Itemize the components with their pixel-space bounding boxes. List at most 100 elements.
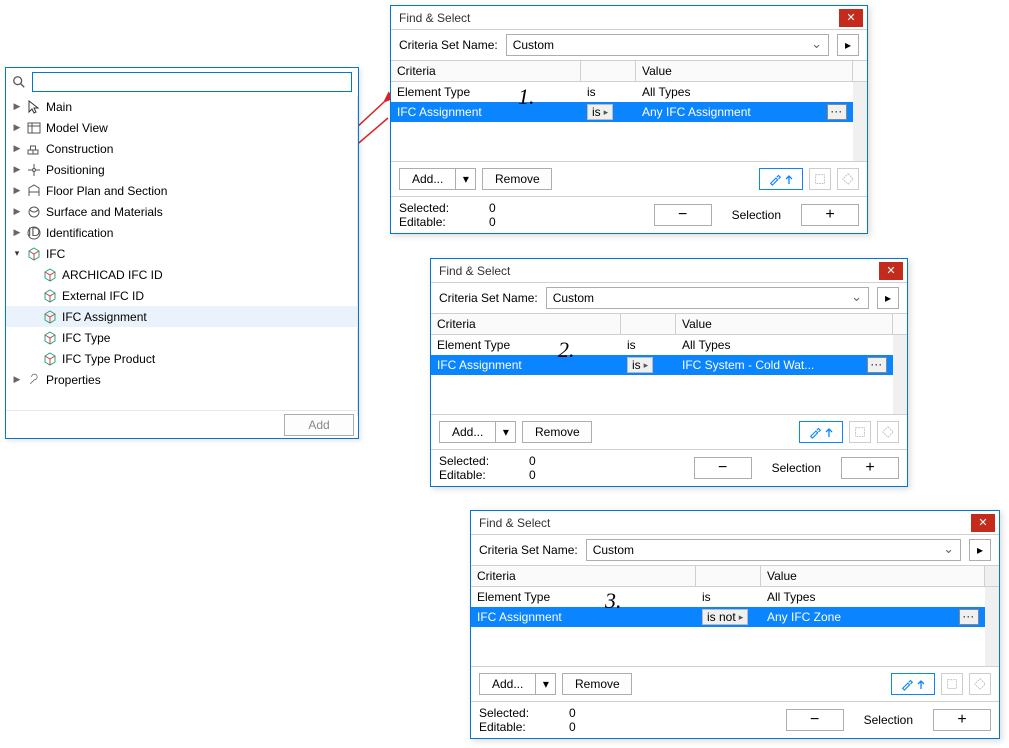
add-criteria-button[interactable]: Add... ▾ [439,421,516,443]
tree-item-main[interactable]: ▶ Main [6,96,357,117]
value-browse-button[interactable]: ··· [827,104,847,120]
search-icon [12,75,26,89]
eyedropper-icon [768,172,782,186]
chevron-right-icon[interactable]: ▶ [12,186,22,196]
close-button[interactable]: ✕ [839,9,863,27]
chevron-right-icon[interactable]: ▶ [12,123,22,133]
add-criteria-button[interactable]: Add... ▾ [479,673,556,695]
remove-from-selection-button[interactable]: − [694,457,752,479]
criteria-set-menu-button[interactable]: ▸ [877,287,899,309]
criteria-row-ifc-assignment[interactable]: IFC Assignment is Any IFC Assignment··· [391,102,867,122]
construction-icon [26,141,42,157]
tree-item-model-view[interactable]: ▶ Model View [6,117,357,138]
ifc-icon [42,267,58,283]
add-to-selection-button[interactable]: + [933,709,991,731]
remove-from-selection-button[interactable]: − [786,709,844,731]
add-to-selection-button[interactable]: + [841,457,899,479]
criteria-row-ifc-assignment[interactable]: IFC Assignment is not Any IFC Zone··· [471,607,999,627]
chevron-right-icon[interactable]: ▶ [12,144,22,154]
tree-item-ifc[interactable]: ▾ IFC [6,243,357,264]
search-input[interactable] [32,72,352,92]
criteria-set-dropdown[interactable]: Custom [506,34,829,56]
add-criteria-dropdown[interactable]: ▾ [456,168,476,190]
marquee-rotated-button[interactable] [877,421,899,443]
value-browse-button[interactable]: ··· [867,357,887,373]
selected-value: 0 [489,201,496,215]
col-criteria: Criteria [391,61,581,81]
tree-item-archicad-ifc-id[interactable]: ARCHICAD IFC ID [6,264,357,285]
marquee-icon [853,425,867,439]
criteria-row-element-type[interactable]: Element Type is All Types [471,587,999,607]
eyedropper-icon [900,677,914,691]
criteria-label: Element Type [437,338,510,352]
tree-item-floorplan[interactable]: ▶ Floor Plan and Section [6,180,357,201]
tree-item-properties[interactable]: ▶ Properties [6,369,357,390]
tree-item-construction[interactable]: ▶ Construction [6,138,357,159]
chevron-right-icon[interactable]: ▶ [12,165,22,175]
positioning-icon [26,162,42,178]
chevron-right-icon[interactable]: ▶ [12,102,22,112]
tree-item-external-ifc-id[interactable]: External IFC ID [6,285,357,306]
surface-icon [26,204,42,220]
tree-label: Surface and Materials [46,205,163,219]
add-criteria-button[interactable]: Add... ▾ [399,168,476,190]
chevron-right-icon[interactable]: ▶ [12,375,22,385]
remove-criteria-button[interactable]: Remove [522,421,592,443]
dialog-title: Find & Select [475,516,971,530]
criteria-row-element-type[interactable]: Element Type is All Types [391,82,867,102]
close-button[interactable]: ✕ [971,514,995,532]
chevron-right-icon[interactable]: ▶ [12,207,22,217]
tree-item-surface[interactable]: ▶ Surface and Materials [6,201,357,222]
tree-scroll[interactable]: ▶ Main ▶ Model View ▶ Construction ▶ Pos… [6,96,358,416]
remove-criteria-button[interactable]: Remove [562,673,632,695]
criteria-set-dropdown[interactable]: Custom [546,287,869,309]
criteria-set-menu-button[interactable]: ▸ [837,34,859,56]
operator-dropdown[interactable]: is [587,104,613,120]
marquee-icon [813,172,827,186]
ifc-icon [42,330,58,346]
tree-item-ifc-type-product[interactable]: IFC Type Product [6,348,357,369]
criteria-row-ifc-assignment[interactable]: IFC Assignment is IFC System - Cold Wat.… [431,355,907,375]
criteria-set-menu-button[interactable]: ▸ [969,539,991,561]
add-criteria-dropdown[interactable]: ▾ [496,421,516,443]
dialog-title: Find & Select [395,11,839,25]
col-value: Value [676,314,893,334]
chevron-down-icon[interactable]: ▾ [12,249,22,259]
eyedropper-button[interactable] [799,421,843,443]
value-browse-button[interactable]: ··· [959,609,979,625]
tree-label: Positioning [46,163,105,177]
tree-label: Main [46,100,72,114]
grid-header: Criteria Value [431,313,907,335]
operator-dropdown[interactable]: is [627,357,653,373]
editable-label: Editable: [479,720,529,734]
tree-item-ifc-type[interactable]: IFC Type [6,327,357,348]
tree-add-button[interactable]: Add [284,414,354,436]
titlebar[interactable]: Find & Select ✕ [471,511,999,535]
marquee-button[interactable] [941,673,963,695]
add-to-selection-button[interactable]: + [801,204,859,226]
tree-item-positioning[interactable]: ▶ Positioning [6,159,357,180]
marquee-button[interactable] [809,168,831,190]
titlebar[interactable]: Find & Select ✕ [391,6,867,30]
criteria-set-dropdown[interactable]: Custom [586,539,961,561]
eyedropper-button[interactable] [891,673,935,695]
criteria-row-element-type[interactable]: Element Type is All Types [431,335,907,355]
tree-item-identification[interactable]: ▶ ID Identification [6,222,357,243]
operator-label: is [702,590,711,604]
selection-label: Selection [732,208,781,222]
marquee-rotated-button[interactable] [837,168,859,190]
tree-label: Identification [46,226,113,240]
marquee-rotated-button[interactable] [969,673,991,695]
add-criteria-dropdown[interactable]: ▾ [536,673,556,695]
titlebar[interactable]: Find & Select ✕ [431,259,907,283]
remove-from-selection-button[interactable]: − [654,204,712,226]
eyedropper-button[interactable] [759,168,803,190]
operator-dropdown[interactable]: is not [702,609,748,625]
inject-icon [916,677,926,691]
remove-criteria-button[interactable]: Remove [482,168,552,190]
close-button[interactable]: ✕ [879,262,903,280]
tree-item-ifc-assignment[interactable]: IFC Assignment [6,306,357,327]
chevron-right-icon[interactable]: ▶ [12,228,22,238]
tree-label: External IFC ID [62,289,144,303]
marquee-button[interactable] [849,421,871,443]
